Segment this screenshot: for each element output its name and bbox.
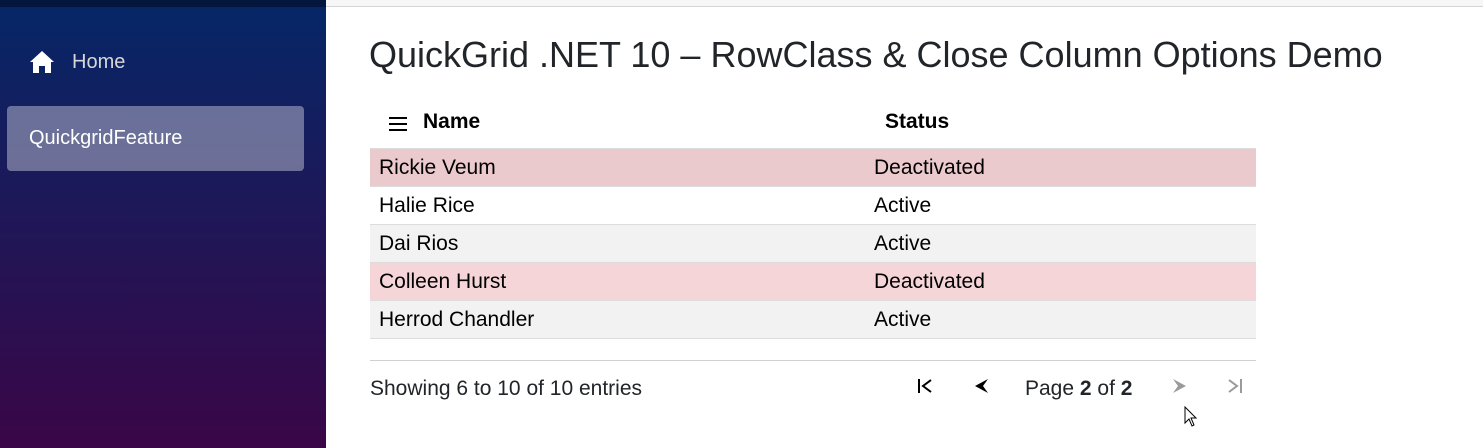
pagination-divider — [370, 360, 1256, 361]
table-row: Halie Rice Active — [370, 186, 1256, 224]
column-header-status[interactable]: Status — [874, 110, 1256, 134]
table-row: Rickie Veum Deactivated — [370, 148, 1256, 186]
column-options-menu-icon[interactable] — [389, 114, 407, 131]
cell-status: Deactivated — [874, 155, 985, 179]
previous-page-icon — [971, 376, 991, 402]
total-pages: 2 — [1120, 377, 1133, 400]
page-indicator: Page 2 of 2 — [1025, 377, 1132, 401]
cell-name: Colleen Hurst — [379, 269, 507, 293]
last-page-button[interactable] — [1221, 374, 1249, 404]
grid-body: Rickie Veum Deactivated Halie Rice Activ… — [370, 148, 1256, 339]
table-row: Colleen Hurst Deactivated — [370, 262, 1256, 300]
home-icon — [29, 49, 55, 75]
grid-header-row: Name Status — [370, 96, 1256, 148]
nav-item-home-label: Home — [72, 50, 126, 73]
current-page: 2 — [1079, 377, 1092, 400]
column-header-name-label[interactable]: Name — [423, 110, 480, 134]
cell-name: Herrod Chandler — [379, 307, 535, 331]
page-label: Page — [1025, 377, 1075, 400]
cell-name: Dai Rios — [379, 231, 459, 255]
next-page-button[interactable] — [1166, 374, 1194, 404]
column-header-name[interactable]: Name — [370, 110, 874, 134]
cell-status: Active — [874, 231, 932, 255]
cell-name: Rickie Veum — [379, 155, 496, 179]
table-row: Dai Rios Active — [370, 224, 1256, 262]
previous-page-button[interactable] — [967, 374, 995, 404]
next-page-icon — [1170, 376, 1190, 402]
cell-status: Active — [874, 307, 932, 331]
sidebar: Home QuickgridFeature — [0, 0, 326, 448]
cell-status: Active — [874, 193, 932, 217]
mouse-cursor-icon — [1184, 405, 1198, 428]
nav-item-home[interactable]: Home — [7, 34, 304, 90]
top-bar — [326, 0, 1483, 7]
last-page-icon — [1225, 376, 1245, 402]
column-header-status-label[interactable]: Status — [874, 110, 949, 134]
quickgrid: Name Status Rickie Veum Deactivated Hali… — [370, 96, 1256, 339]
nav-item-quickgridfeature-label: QuickgridFeature — [29, 127, 183, 149]
table-row: Herrod Chandler Active — [370, 300, 1256, 338]
sidebar-top-bar — [0, 0, 326, 7]
first-page-button[interactable] — [911, 374, 939, 404]
cell-name: Halie Rice — [379, 193, 475, 217]
page-title: QuickGrid .NET 10 – RowClass & Close Col… — [369, 34, 1383, 75]
pagination-summary: Showing 6 to 10 of 10 entries — [370, 377, 643, 400]
nav-item-quickgridfeature[interactable]: QuickgridFeature — [7, 106, 304, 171]
cell-status: Deactivated — [874, 269, 985, 293]
first-page-icon — [915, 376, 935, 402]
of-label: of — [1097, 377, 1115, 400]
